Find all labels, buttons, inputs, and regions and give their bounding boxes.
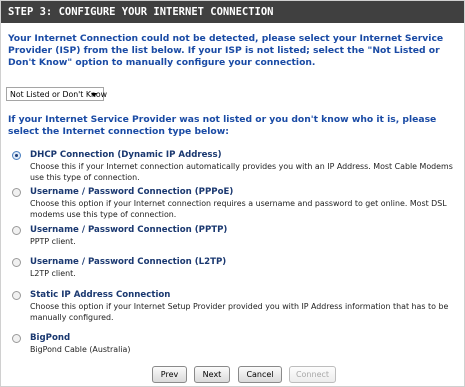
option-title: DHCP Connection (Dynamic IP Address)	[30, 150, 222, 160]
option-description: PPTP client.	[30, 237, 76, 246]
intro-text: Your Internet Connection could not be de…	[8, 33, 444, 68]
radio-dhcp[interactable]	[12, 151, 21, 160]
option-title: Username / Password Connection (L2TP)	[30, 257, 227, 267]
isp-select[interactable]: Not Listed or Don't Know	[6, 87, 107, 101]
cancel-button[interactable]: Cancel	[238, 366, 282, 383]
option-title: Username / Password Connection (PPPoE)	[30, 187, 234, 197]
prev-button[interactable]: Prev	[152, 366, 187, 383]
option-title: Username / Password Connection (PPTP)	[30, 225, 228, 235]
option-title: Static IP Address Connection	[30, 290, 171, 300]
option-description: Choose this option if your Internet conn…	[30, 199, 447, 219]
radio-bigpond[interactable]	[12, 334, 21, 343]
next-button[interactable]: Next	[194, 366, 230, 383]
option-description: Choose this option if your Internet Setu…	[30, 302, 449, 322]
wizard-panel: STEP 3: CONFIGURE YOUR INTERNET CONNECTI…	[0, 0, 465, 387]
option-description: L2TP client.	[30, 269, 76, 278]
radio-static-ip[interactable]	[12, 291, 21, 300]
step-header: STEP 3: CONFIGURE YOUR INTERNET CONNECTI…	[1, 1, 464, 23]
connection-type-prompt: If your Internet Service Provider was no…	[8, 114, 437, 137]
wizard-button-bar: Prev Next Cancel Connect	[1, 366, 464, 384]
radio-l2tp[interactable]	[12, 258, 21, 267]
radio-pppoe[interactable]	[12, 188, 21, 197]
connect-button[interactable]: Connect	[289, 366, 336, 383]
chevron-down-icon	[91, 93, 97, 97]
option-description: BigPond Cable (Australia)	[30, 345, 131, 354]
option-title: BigPond	[30, 333, 71, 343]
radio-pptp[interactable]	[12, 226, 21, 235]
option-description: Choose this if your Internet connection …	[30, 162, 453, 182]
